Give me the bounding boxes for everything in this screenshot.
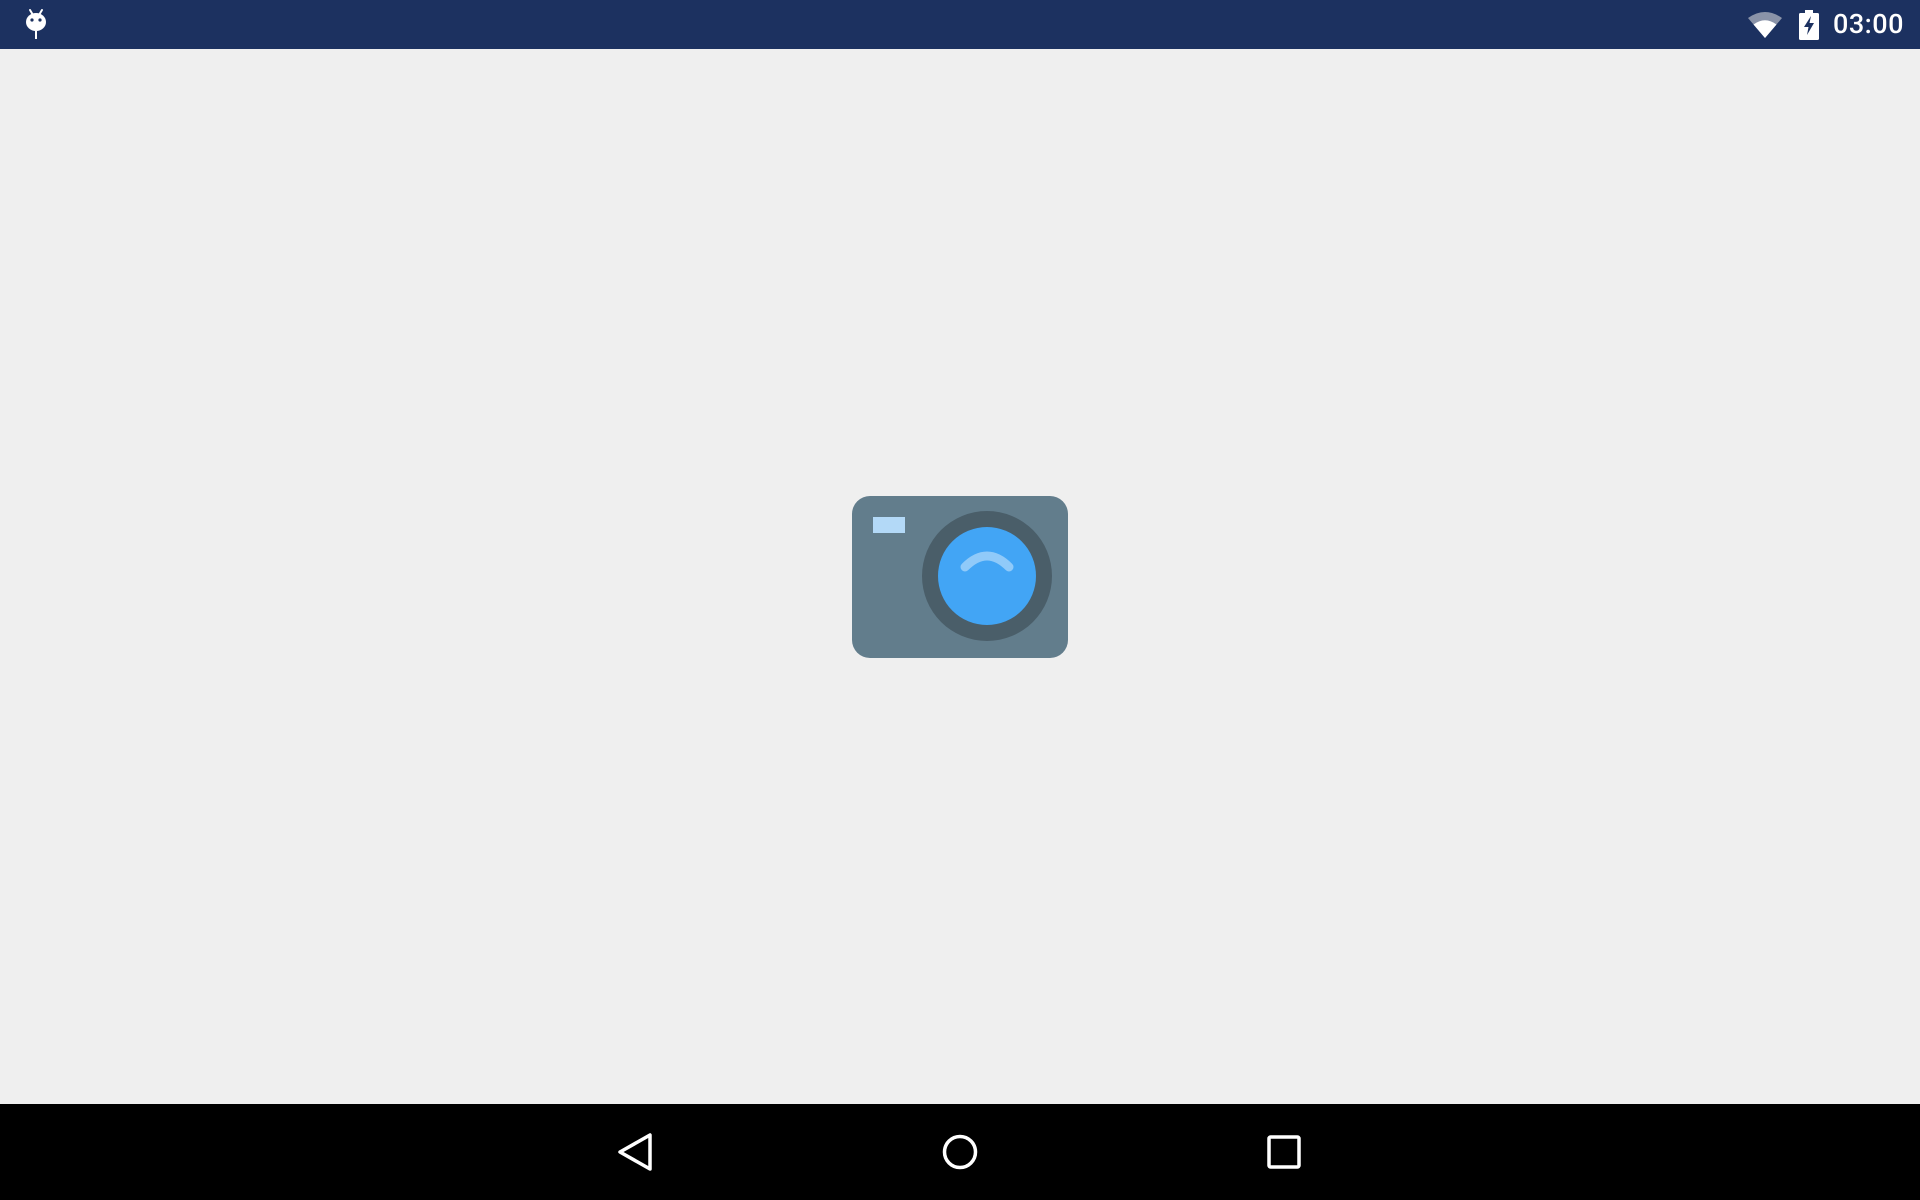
app-content bbox=[0, 49, 1920, 1104]
status-clock: 03:00 bbox=[1832, 8, 1904, 40]
screen: 03:00 bbox=[0, 0, 1920, 1200]
battery-charging-icon bbox=[1798, 9, 1819, 40]
android-debug-icon bbox=[22, 8, 50, 42]
back-button[interactable] bbox=[608, 1124, 664, 1180]
status-bar: 03:00 bbox=[0, 0, 1920, 49]
navigation-bar bbox=[0, 1104, 1920, 1200]
home-icon bbox=[942, 1134, 978, 1170]
camera-icon bbox=[851, 495, 1069, 659]
home-button[interactable] bbox=[932, 1124, 988, 1180]
back-icon bbox=[618, 1133, 652, 1171]
recents-button[interactable] bbox=[1256, 1124, 1312, 1180]
wifi-icon bbox=[1747, 11, 1782, 38]
status-icons: 03:00 bbox=[1747, 0, 1904, 49]
recents-icon bbox=[1267, 1135, 1301, 1169]
